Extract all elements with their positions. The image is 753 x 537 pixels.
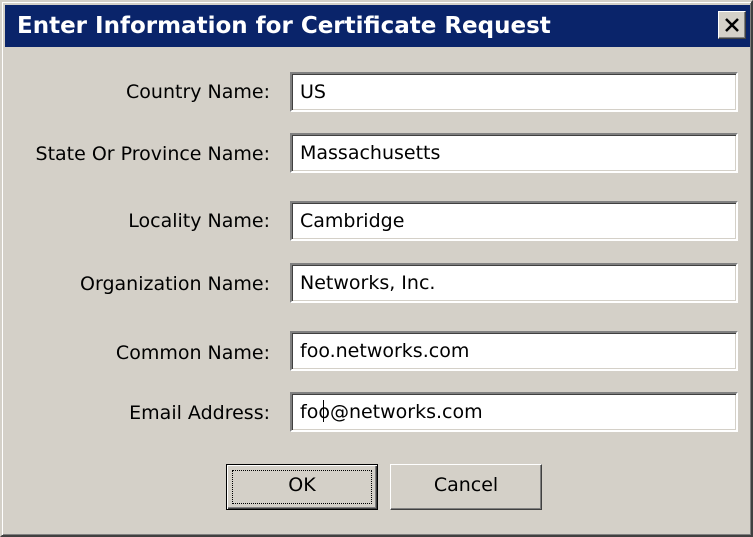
- focus-rectangle: [232, 470, 372, 504]
- common-name-input[interactable]: [290, 331, 738, 371]
- common-name-label: Common Name:: [115, 342, 270, 364]
- cancel-button-label: Cancel: [433, 474, 499, 496]
- locality-name-input[interactable]: [290, 201, 738, 241]
- cancel-button[interactable]: Cancel: [390, 464, 542, 510]
- country-name-input[interactable]: [290, 72, 738, 112]
- locality-name-label: Locality Name:: [128, 210, 270, 232]
- email-address-label: Email Address:: [129, 402, 270, 424]
- organization-name-input[interactable]: [290, 263, 738, 303]
- close-icon: [725, 18, 739, 32]
- country-name-label: Country Name:: [126, 81, 270, 103]
- organization-name-label: Organization Name:: [80, 273, 270, 295]
- text-cursor: [323, 400, 324, 422]
- certificate-request-dialog: Enter Information for Certificate Reques…: [0, 0, 753, 537]
- close-button[interactable]: [718, 11, 746, 39]
- state-province-label: State Or Province Name:: [35, 143, 270, 165]
- state-province-input[interactable]: [290, 133, 738, 173]
- email-address-input[interactable]: [290, 392, 738, 432]
- title-bar[interactable]: Enter Information for Certificate Reques…: [5, 5, 750, 47]
- dialog-title: Enter Information for Certificate Reques…: [17, 13, 551, 39]
- ok-button[interactable]: OK: [226, 464, 378, 510]
